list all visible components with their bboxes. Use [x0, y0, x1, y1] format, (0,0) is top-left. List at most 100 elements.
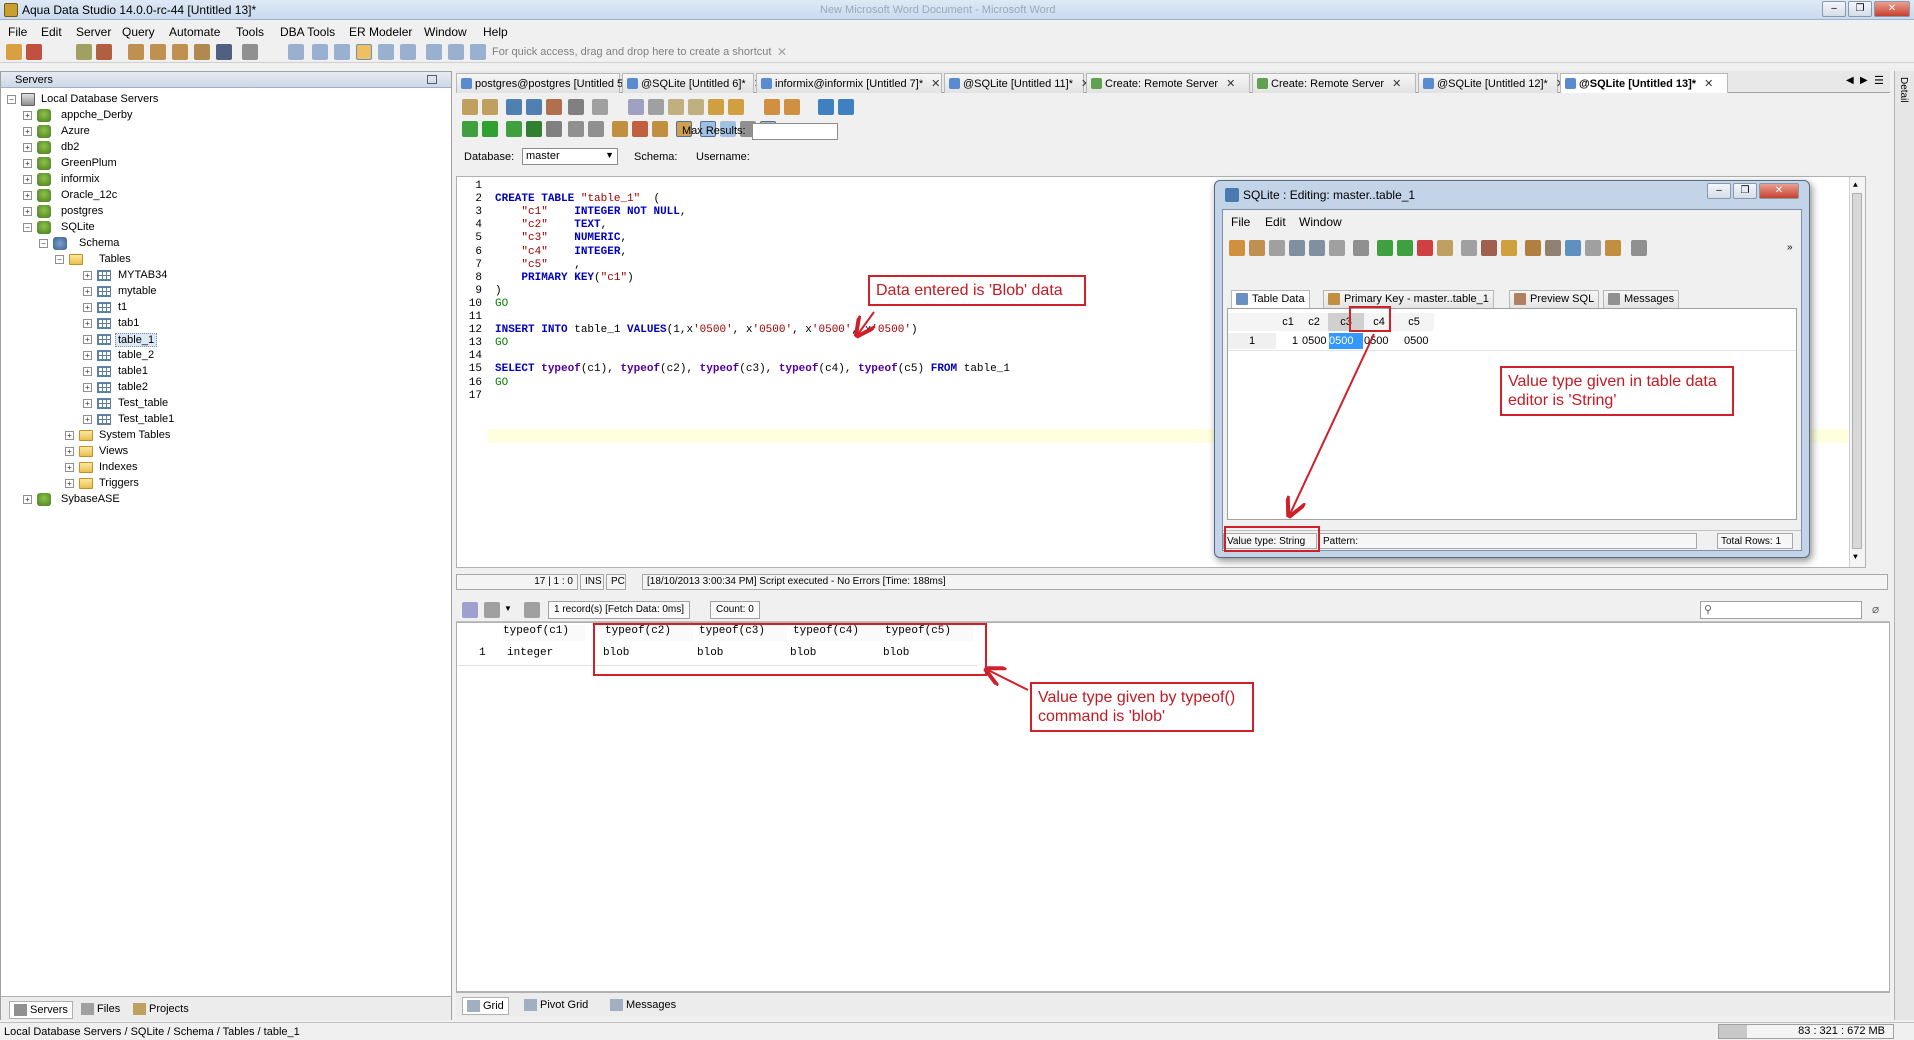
layout-table-icon[interactable] [378, 44, 394, 60]
new-server-icon[interactable] [6, 44, 22, 60]
cut-icon[interactable] [648, 99, 664, 115]
menu-query[interactable]: Query [122, 25, 155, 39]
collapse-icon[interactable]: − [55, 255, 64, 264]
expand-icon[interactable]: + [23, 127, 32, 136]
filter-icon[interactable] [1249, 240, 1265, 256]
commit-icon[interactable] [612, 121, 628, 137]
column-header[interactable]: c1 [1276, 313, 1300, 331]
expand-icon[interactable]: + [23, 111, 32, 120]
layout-icon[interactable] [288, 44, 304, 60]
expand-icon[interactable]: + [83, 319, 92, 328]
tabs-prev-icon[interactable]: ◀ [1846, 75, 1854, 86]
expand-icon[interactable]: + [83, 335, 92, 344]
attach-icon[interactable]: ⌀ [1872, 602, 1879, 616]
commit-icon[interactable] [1501, 240, 1517, 256]
layout-grid-icon[interactable] [312, 44, 328, 60]
expand-icon[interactable]: + [23, 175, 32, 184]
connect-icon[interactable] [76, 44, 92, 60]
refresh-icon[interactable] [1229, 240, 1245, 256]
layout-split-icon[interactable] [334, 44, 350, 60]
tab-editor-messages[interactable]: Messages [1603, 290, 1680, 308]
column-header[interactable]: c2 [1300, 313, 1328, 331]
tab-sqlite-untitled-12[interactable]: @SQLite [Untitled 12]*✕ [1418, 73, 1565, 93]
undo-icon[interactable] [1461, 240, 1477, 256]
table-cell[interactable]: integer [507, 647, 553, 663]
close-button[interactable]: ✕ [1874, 1, 1910, 17]
execute-current-icon[interactable] [506, 121, 522, 137]
print-icon[interactable] [1309, 240, 1325, 256]
tab-sqlite-untitled-13[interactable]: @SQLite [Untitled 13]* ✕ [1560, 73, 1728, 93]
expand-icon[interactable]: + [83, 399, 92, 408]
max-results-input[interactable] [752, 123, 838, 140]
memory-usage[interactable]: 83 : 321 : 672 MB [1718, 1024, 1894, 1039]
import-icon[interactable] [216, 44, 232, 60]
table-cell[interactable]: 1 [1276, 333, 1298, 349]
tab-sqlite-untitled-6[interactable]: @SQLite [Untitled 6]*✕ [622, 73, 763, 93]
editor-scrollbar[interactable]: ▲ ▼ [1849, 177, 1865, 567]
collapse-icon[interactable]: − [7, 95, 16, 104]
copy-icon[interactable] [668, 99, 684, 115]
save-icon[interactable] [1289, 240, 1305, 256]
maximize-button[interactable]: ❐ [1848, 1, 1872, 17]
options-icon[interactable] [242, 44, 258, 60]
tab-files[interactable]: Files [77, 1001, 124, 1019]
rollback-icon[interactable] [632, 121, 648, 137]
editor-menu-window[interactable]: Window [1299, 215, 1342, 229]
chevron-down-icon[interactable]: ▼ [504, 604, 512, 613]
editor-menu-edit[interactable]: Edit [1265, 215, 1286, 229]
expand-icon[interactable]: + [23, 207, 32, 216]
column-header[interactable]: c5 [1394, 313, 1434, 331]
tab-pivot-grid[interactable]: Pivot Grid [520, 997, 592, 1015]
execute-selected-icon[interactable] [526, 121, 542, 137]
expand-icon[interactable]: + [83, 303, 92, 312]
sync-icon[interactable] [1565, 240, 1581, 256]
menu-file[interactable]: File [8, 25, 27, 39]
tabs-next-icon[interactable]: ▶ [1860, 75, 1868, 86]
expand-icon[interactable]: + [23, 159, 32, 168]
tab-informix-untitled-7[interactable]: informix@informix [Untitled 7]* ✕ [756, 73, 942, 93]
tab-preview-sql[interactable]: Preview SQL [1509, 290, 1600, 308]
tabs-list-icon[interactable]: ☰ [1874, 74, 1884, 87]
menu-er-modeler[interactable]: ER Modeler [349, 25, 412, 39]
menu-automate[interactable]: Automate [169, 25, 220, 39]
expand-icon[interactable]: + [83, 271, 92, 280]
scroll-down-icon[interactable]: ▼ [1853, 553, 1858, 562]
print-icon[interactable] [568, 99, 584, 115]
expand-icon[interactable]: + [83, 367, 92, 376]
table-cell[interactable]: 0500 [1404, 333, 1434, 349]
expand-icon[interactable]: + [83, 287, 92, 296]
menu-help[interactable]: Help [483, 25, 508, 39]
menu-dba-tools[interactable]: DBA Tools [280, 25, 335, 39]
menu-server[interactable]: Server [76, 25, 111, 39]
layout-detail-icon[interactable] [448, 44, 464, 60]
paste-icon[interactable] [688, 99, 704, 115]
refresh-results-icon[interactable] [524, 602, 540, 618]
expand-icon[interactable]: + [65, 447, 74, 456]
collapse-icon[interactable]: − [39, 239, 48, 248]
calendar-icon[interactable] [1585, 240, 1601, 256]
layout-cols-icon[interactable] [400, 44, 416, 60]
layout-full-icon[interactable] [470, 44, 486, 60]
redo-icon[interactable] [728, 99, 744, 115]
tab-create-remote-server-1[interactable]: Create: Remote Server ✕ [1086, 73, 1250, 93]
expand-icon[interactable]: + [83, 415, 92, 424]
explain-icon[interactable] [652, 121, 668, 137]
menu-edit[interactable]: Edit [41, 25, 62, 39]
close-hint-icon[interactable]: ✕ [777, 45, 787, 59]
step-icon[interactable] [588, 121, 604, 137]
tab-postgres-untitled-5[interactable]: postgres@postgres [Untitled 5]*✕ [456, 73, 648, 93]
expand-icon[interactable]: + [23, 495, 32, 504]
stop-icon[interactable] [546, 121, 562, 137]
editor-maximize-button[interactable]: ❐ [1733, 183, 1757, 199]
minimize-button[interactable]: – [1822, 1, 1846, 17]
undo-icon[interactable] [708, 99, 724, 115]
results-options-icon[interactable] [462, 602, 478, 618]
export-icon[interactable] [1525, 240, 1541, 256]
edit-cell-icon[interactable] [1437, 240, 1453, 256]
open-folder-icon[interactable] [482, 99, 498, 115]
menu-window[interactable]: Window [424, 25, 467, 39]
auto-format-icon[interactable] [784, 99, 800, 115]
tab-table-data[interactable]: Table Data [1231, 290, 1310, 308]
expand-icon[interactable]: + [65, 463, 74, 472]
export-icon[interactable] [194, 44, 210, 60]
